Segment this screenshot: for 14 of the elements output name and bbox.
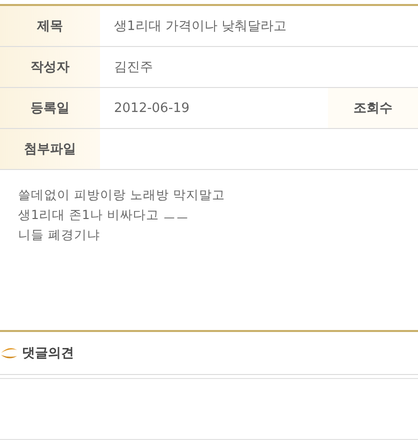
field-label: 조회수	[328, 88, 418, 128]
swoosh-icon	[0, 345, 18, 362]
field-value: 김진주	[114, 59, 153, 76]
section-title: 댓글의견	[22, 345, 74, 362]
field-label: 첨부파일	[0, 129, 100, 169]
post-text: 쓸데없이 피방이랑 노래방 막지말고	[18, 186, 226, 203]
field-label: 제목	[0, 6, 100, 46]
comment-field[interactable]	[0, 378, 418, 440]
post-text: 생1리대 존1나 비싸다고 ㅡㅡ	[18, 206, 190, 223]
field-label: 등록일	[0, 88, 100, 128]
post-text: 니들 폐경기냐	[18, 226, 101, 243]
field-value: 2012-06-19	[114, 100, 190, 116]
field-label: 작성자	[0, 47, 100, 87]
field-value: 생1리대 가격이나 낮춰달라고	[114, 18, 287, 35]
